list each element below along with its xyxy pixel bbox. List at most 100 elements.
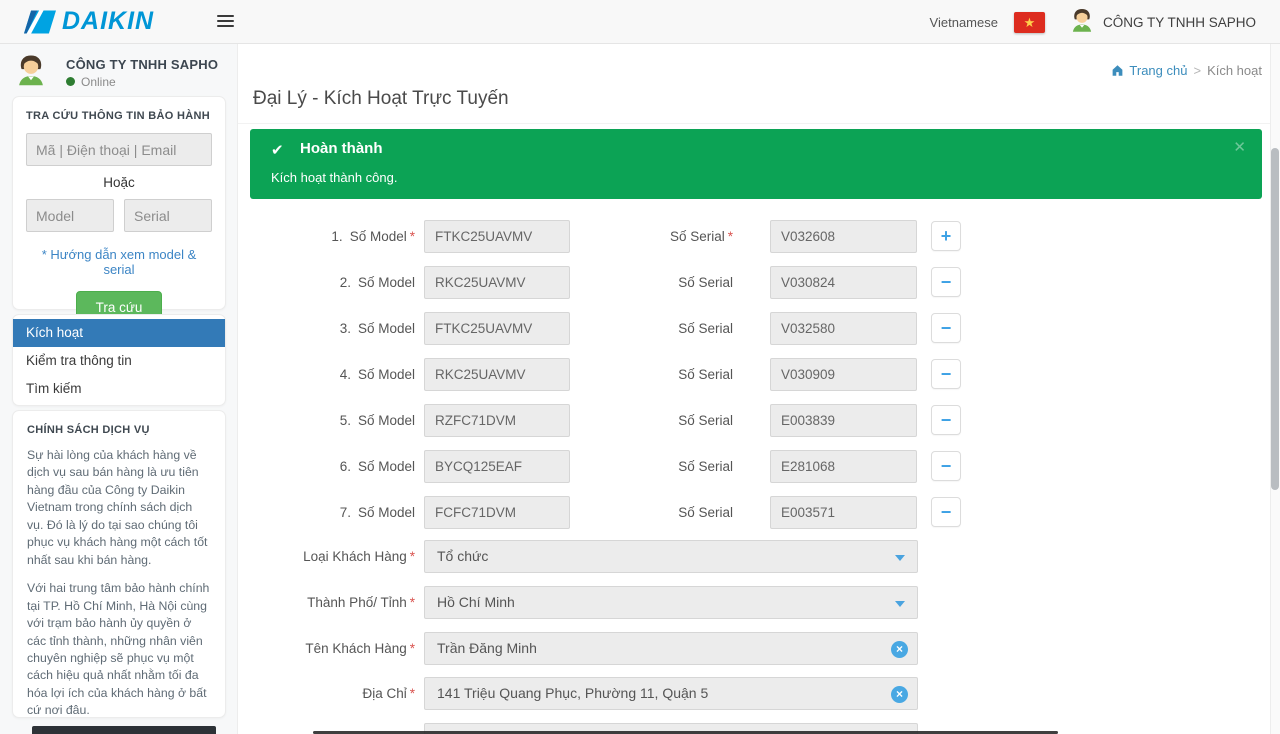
row-index: 5. bbox=[340, 413, 351, 428]
serial-input[interactable] bbox=[770, 358, 917, 391]
breadcrumb-current: Kích hoạt bbox=[1207, 63, 1262, 78]
city-select[interactable]: Hồ Chí Minh bbox=[424, 586, 918, 619]
model-serial-row-3: 3.Số Model Số Serial − bbox=[238, 312, 1030, 345]
model-input[interactable] bbox=[424, 220, 570, 253]
model-serial-guide-link[interactable]: * Hướng dẫn xem model & serial bbox=[26, 247, 212, 277]
model-label: 3.Số Model bbox=[250, 312, 415, 345]
model-label: 7.Số Model bbox=[250, 496, 415, 529]
alert-message: Kích hoạt thành công. bbox=[271, 170, 397, 185]
model-label: 6.Số Model bbox=[250, 450, 415, 483]
serial-input[interactable] bbox=[770, 496, 917, 529]
sidebar-avatar bbox=[14, 53, 48, 92]
serial-input[interactable] bbox=[770, 312, 917, 345]
alert-title: Hoàn thành bbox=[300, 140, 383, 157]
model-input[interactable] bbox=[424, 496, 570, 529]
model-serial-row-6: 6.Số Model Số Serial − bbox=[238, 450, 1030, 483]
alert-close-icon[interactable]: ✕ bbox=[1233, 138, 1246, 156]
customer-name-label: Tên Khách Hàng* bbox=[238, 632, 415, 665]
model-serial-row-4: 4.Số Model Số Serial − bbox=[238, 358, 1030, 391]
model-input[interactable] bbox=[424, 312, 570, 345]
customer-type-row: Loại Khách Hàng* Tổ chức bbox=[238, 540, 1030, 573]
model-label: 2.Số Model bbox=[250, 266, 415, 299]
customer-type-select[interactable]: Tổ chức bbox=[424, 540, 918, 573]
service-policy-panel: CHÍNH SÁCH DỊCH VỤ Sự hài lòng của khách… bbox=[12, 410, 226, 718]
check-icon: ✔ bbox=[271, 141, 284, 159]
sidebar-user-block: CÔNG TY TNHH SAPHO Online bbox=[14, 53, 218, 92]
sidebar-bottom-panel-edge bbox=[32, 726, 216, 734]
flag-star-icon: ★ bbox=[1024, 16, 1036, 29]
required-asterisk: * bbox=[410, 229, 415, 244]
model-serial-row-7: 7.Số Model Số Serial − bbox=[238, 496, 1030, 529]
model-input[interactable] bbox=[424, 266, 570, 299]
daikin-warranty-app: DAIKIN Vietnamese ★ CÔNG TY TNHH SAPHO bbox=[0, 0, 1280, 734]
vertical-scrollbar-thumb[interactable] bbox=[1271, 148, 1279, 490]
serial-label: Số Serial bbox=[570, 358, 733, 391]
home-icon bbox=[1111, 64, 1124, 77]
remove-row-button[interactable]: − bbox=[931, 451, 961, 481]
top-header: DAIKIN Vietnamese ★ CÔNG TY TNHH SAPHO bbox=[0, 0, 1280, 44]
sidebar-item-activate[interactable]: Kích hoạt bbox=[13, 319, 225, 347]
breadcrumb-home-label: Trang chủ bbox=[1129, 63, 1187, 78]
model-input[interactable] bbox=[424, 358, 570, 391]
row-index: 3. bbox=[340, 321, 351, 336]
lookup-search-input[interactable] bbox=[26, 133, 212, 166]
main-content: Trang chủ > Kích hoạt Đại Lý - Kích Hoạt… bbox=[238, 44, 1270, 734]
chevron-down-icon bbox=[895, 555, 905, 561]
lookup-panel-title: TRA CỨU THÔNG TIN BẢO HÀNH bbox=[26, 110, 212, 122]
title-divider bbox=[238, 123, 1270, 124]
user-avatar-icon bbox=[1069, 7, 1095, 33]
vietnam-flag-icon[interactable]: ★ bbox=[1014, 12, 1045, 33]
add-row-button[interactable]: + bbox=[931, 221, 961, 251]
daikin-logo-text: DAIKIN bbox=[62, 7, 154, 36]
address-row: Địa Chỉ* 141 Triệu Quang Phục, Phường 11… bbox=[238, 677, 1030, 710]
breadcrumb-separator: > bbox=[1193, 63, 1201, 78]
address-field[interactable]: 141 Triệu Quang Phục, Phường 11, Quận 5 … bbox=[424, 677, 918, 710]
sidebar-item-check-info[interactable]: Kiểm tra thông tin bbox=[13, 347, 225, 375]
city-label: Thành Phố/ Tỉnh* bbox=[238, 586, 415, 619]
remove-row-button[interactable]: − bbox=[931, 497, 961, 527]
required-asterisk: * bbox=[410, 549, 415, 564]
customer-name-field[interactable]: Trần Đăng Minh × bbox=[424, 632, 918, 665]
serial-lookup-input[interactable] bbox=[124, 199, 212, 232]
serial-label: Số Serial bbox=[570, 312, 733, 345]
model-serial-row-5: 5.Số Model Số Serial − bbox=[238, 404, 1030, 437]
serial-label: Số Serial* bbox=[570, 220, 733, 253]
serial-input[interactable] bbox=[770, 220, 917, 253]
online-status-label: Online bbox=[81, 75, 116, 89]
hamburger-icon[interactable] bbox=[217, 15, 234, 30]
model-label: 4.Số Model bbox=[250, 358, 415, 391]
model-input[interactable] bbox=[424, 450, 570, 483]
address-label: Địa Chỉ* bbox=[238, 677, 415, 710]
serial-input[interactable] bbox=[770, 404, 917, 437]
sidebar: CÔNG TY TNHH SAPHO Online TRA CỨU THÔNG … bbox=[0, 44, 238, 734]
customer-type-value: Tổ chức bbox=[425, 541, 917, 572]
model-serial-row-2: 2.Số Model Số Serial − bbox=[238, 266, 1030, 299]
remove-row-button[interactable]: − bbox=[931, 405, 961, 435]
language-selector[interactable]: Vietnamese bbox=[930, 15, 998, 30]
model-input[interactable] bbox=[424, 404, 570, 437]
header-avatar[interactable] bbox=[1069, 7, 1095, 38]
breadcrumb-home-link[interactable]: Trang chủ bbox=[1111, 63, 1187, 78]
daikin-logo[interactable]: DAIKIN bbox=[24, 7, 154, 36]
header-account-name[interactable]: CÔNG TY TNHH SAPHO bbox=[1103, 15, 1256, 30]
remove-row-button[interactable]: − bbox=[931, 267, 961, 297]
model-label: 1.Số Model* bbox=[250, 220, 415, 253]
required-asterisk: * bbox=[410, 641, 415, 656]
chevron-down-icon bbox=[895, 601, 905, 607]
required-asterisk: * bbox=[410, 686, 415, 701]
model-lookup-input[interactable] bbox=[26, 199, 114, 232]
remove-row-button[interactable]: − bbox=[931, 359, 961, 389]
serial-input[interactable] bbox=[770, 450, 917, 483]
header-right: Vietnamese ★ CÔNG TY TNHH SAPHO bbox=[930, 0, 1256, 44]
model-label: 5.Số Model bbox=[250, 404, 415, 437]
customer-type-label: Loại Khách Hàng* bbox=[238, 540, 415, 573]
serial-label: Số Serial bbox=[570, 496, 733, 529]
remove-row-button[interactable]: − bbox=[931, 313, 961, 343]
clear-icon[interactable]: × bbox=[891, 686, 908, 703]
serial-input[interactable] bbox=[770, 266, 917, 299]
online-status: Online bbox=[66, 75, 218, 89]
sidebar-item-search[interactable]: Tìm kiếm bbox=[13, 375, 225, 403]
clear-icon[interactable]: × bbox=[891, 641, 908, 658]
sidebar-user-name: CÔNG TY TNHH SAPHO bbox=[66, 57, 218, 72]
row-index: 2. bbox=[340, 275, 351, 290]
